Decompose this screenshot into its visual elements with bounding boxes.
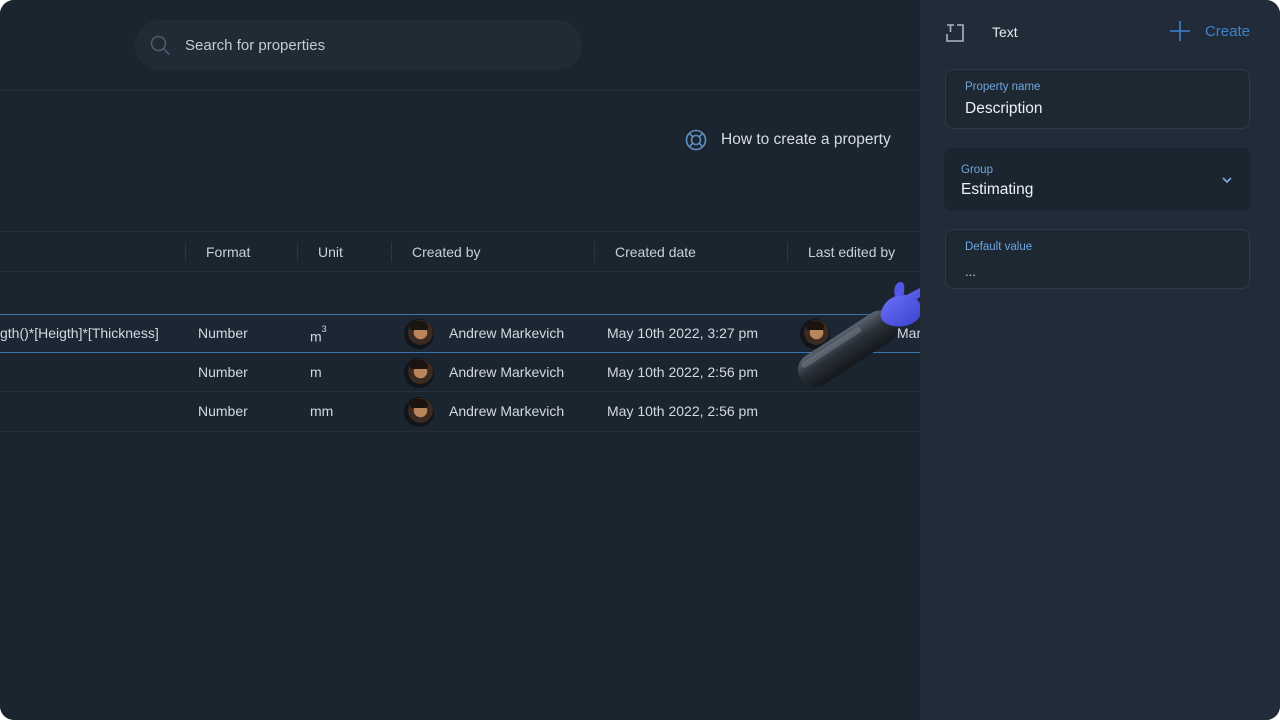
table-row[interactable]: gth()*[Heigth]*[Thickness] Number m3 And…	[0, 314, 922, 353]
table-header: Format Unit Created by Created date Last…	[0, 231, 920, 272]
app-window: How to create a property Format Unit Cre…	[0, 0, 1280, 720]
table-row[interactable]: Number m Andrew Markevich May 10th 2022,…	[0, 353, 920, 392]
table-row[interactable]: Number mm Andrew Markevich May 10th 2022…	[0, 393, 920, 432]
column-divider[interactable]	[391, 242, 392, 262]
column-header-unit[interactable]: Unit	[318, 232, 343, 272]
created-date-cell: May 10th 2022, 2:56 pm	[607, 364, 758, 380]
search-icon	[150, 35, 170, 55]
property-name-input[interactable]	[965, 100, 1235, 118]
last-edited-by-cell: Mar	[897, 325, 922, 341]
format-cell: Number	[198, 403, 248, 419]
column-divider[interactable]	[185, 242, 186, 262]
group-value[interactable]: Estimating	[961, 181, 1231, 199]
column-divider[interactable]	[594, 242, 595, 262]
column-header-last-edited-by[interactable]: Last edited by	[808, 232, 895, 272]
search-bar[interactable]	[135, 20, 582, 70]
search-input[interactable]	[185, 36, 545, 54]
column-divider[interactable]	[787, 242, 788, 262]
unit-exponent: 3	[321, 324, 327, 334]
unit-base: m	[310, 328, 322, 345]
help-link[interactable]: How to create a property	[684, 128, 891, 152]
unit-cell: m	[310, 364, 322, 380]
properties-main: How to create a property Format Unit Cre…	[0, 0, 941, 720]
format-cell: Number	[198, 364, 248, 380]
property-name-field[interactable]: Property name	[945, 69, 1250, 129]
group-label: Group	[961, 164, 993, 176]
default-value-field[interactable]: Default value ...	[945, 229, 1250, 289]
format-cell: Number	[198, 325, 248, 341]
unit-cell: m3	[310, 315, 327, 352]
default-value-input[interactable]: ...	[965, 264, 1235, 279]
column-header-created-by[interactable]: Created by	[412, 232, 480, 272]
default-value-label: Default value	[965, 241, 1033, 253]
header-divider	[0, 90, 920, 91]
avatar	[404, 319, 434, 349]
text-type-icon	[946, 24, 964, 42]
lifebuoy-icon	[685, 129, 707, 151]
panel-header: Text Create	[944, 20, 1256, 46]
created-date-cell: May 10th 2022, 3:27 pm	[607, 325, 758, 341]
created-by-cell: Andrew Markevich	[449, 364, 565, 380]
help-link-label[interactable]: How to create a property	[721, 131, 891, 149]
group-select[interactable]: Group Estimating	[944, 148, 1251, 211]
property-type-label: Text	[992, 24, 1018, 40]
column-header-created-date[interactable]: Created date	[615, 232, 696, 272]
formula-cell: gth()*[Heigth]*[Thickness]	[0, 325, 159, 341]
avatar	[404, 358, 434, 388]
create-button[interactable]: Create	[1169, 20, 1250, 42]
avatar	[404, 397, 434, 427]
plus-icon	[1169, 21, 1190, 41]
avatar	[800, 319, 830, 349]
created-date-cell: May 10th 2022, 2:56 pm	[607, 403, 758, 419]
unit-cell: mm	[310, 403, 334, 419]
column-header-format[interactable]: Format	[206, 232, 250, 272]
create-button-label[interactable]: Create	[1205, 23, 1250, 40]
property-editor-panel: Text Create Property name Group Estimati…	[920, 0, 1280, 720]
chevron-down-icon[interactable]	[1220, 173, 1234, 187]
column-divider[interactable]	[297, 242, 298, 262]
created-by-cell: Andrew Markevich	[449, 325, 565, 341]
created-by-cell: Andrew Markevich	[449, 403, 565, 419]
property-name-label: Property name	[965, 81, 1041, 93]
